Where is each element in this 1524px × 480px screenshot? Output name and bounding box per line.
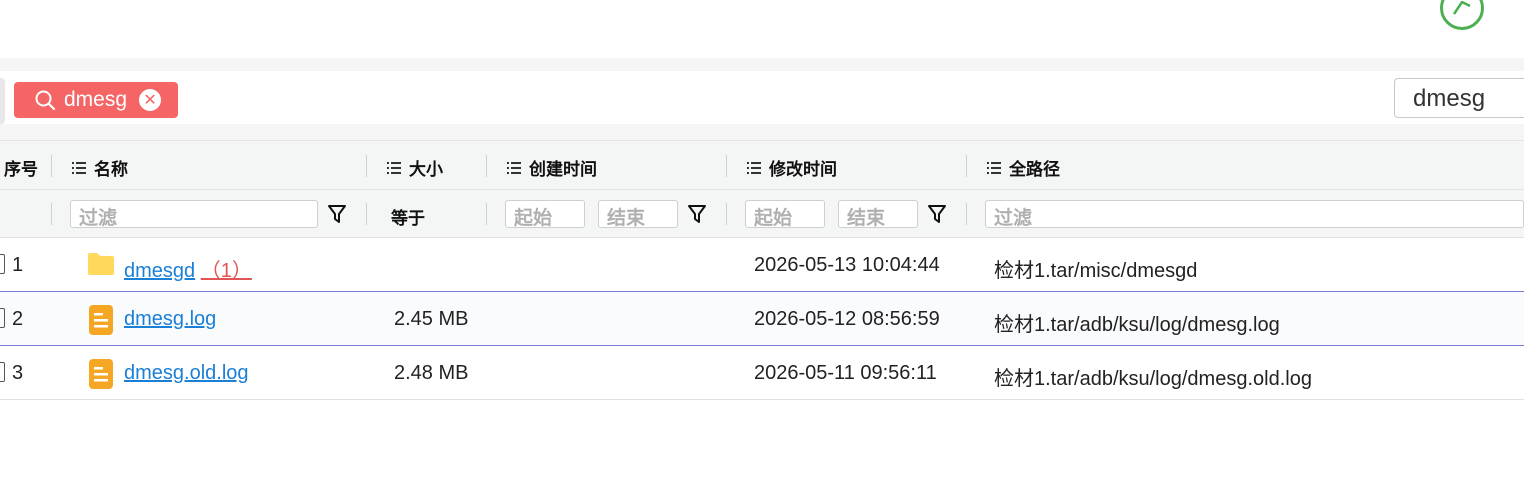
top-bar <box>0 0 1524 58</box>
column-size[interactable]: 大小 <box>387 155 443 180</box>
modified-start-input[interactable]: 起始 <box>745 200 825 229</box>
close-icon[interactable]: ✕ <box>139 89 162 111</box>
created-start-input[interactable]: 起始 <box>505 200 585 229</box>
collapse-handle[interactable] <box>0 78 5 124</box>
column-modified[interactable]: 修改时间 <box>747 155 837 180</box>
column-separator <box>51 203 52 225</box>
column-separator[interactable] <box>51 155 52 177</box>
divider <box>0 124 1524 140</box>
file-name-link[interactable]: dmesgd <box>124 260 195 282</box>
divider <box>0 58 1524 71</box>
modified-end-input[interactable]: 结束 <box>838 200 918 229</box>
list-icon <box>747 161 761 174</box>
search-icon <box>35 90 56 111</box>
table-row[interactable]: 3 dmesg.old.log 2.48 MB 2026-05-11 09:56… <box>0 346 1524 400</box>
column-separator[interactable] <box>366 155 367 177</box>
table-header: 序号 名称 大小 创建时间 修改时间 全路径 <box>0 140 1524 190</box>
search-tag-label: dmesg <box>64 88 128 111</box>
item-count[interactable]: （1） <box>201 260 252 282</box>
column-separator <box>726 203 727 225</box>
column-index[interactable]: 序号 <box>4 155 38 180</box>
column-separator[interactable] <box>726 155 727 177</box>
name-filter-input[interactable]: 过滤 <box>70 200 318 229</box>
row-index: 2 <box>12 308 24 330</box>
row-index: 1 <box>12 254 24 276</box>
list-icon <box>987 161 1001 174</box>
row-checkbox[interactable] <box>0 254 5 274</box>
column-path[interactable]: 全路径 <box>987 155 1060 180</box>
filter-icon[interactable] <box>687 204 707 224</box>
table-row[interactable]: 2 dmesg.log 2.45 MB 2026-05-12 08:56:59 … <box>0 292 1524 346</box>
list-icon <box>387 161 401 174</box>
created-end-input[interactable]: 结束 <box>598 200 678 229</box>
modified-time: 2026-05-11 09:56:11 <box>754 362 937 384</box>
file-size: 2.45 MB <box>394 308 469 330</box>
file-size: 2.48 MB <box>394 362 469 384</box>
file-name-link[interactable]: dmesg.log <box>124 308 216 330</box>
full-path: 检材1.tar/misc/dmesgd <box>994 260 1198 282</box>
column-separator <box>366 203 367 225</box>
filter-icon[interactable] <box>927 204 947 224</box>
filter-icon[interactable] <box>327 204 347 224</box>
search-tag-bar <box>0 71 1524 124</box>
row-checkbox[interactable] <box>0 362 5 382</box>
search-input[interactable]: dmesg <box>1394 78 1524 118</box>
size-operator-select[interactable]: 等于 <box>391 204 425 229</box>
file-icon <box>89 305 113 335</box>
column-separator[interactable] <box>966 155 967 177</box>
file-name-link[interactable]: dmesg.old.log <box>124 362 249 384</box>
table-row[interactable]: 1 dmesgd （1） 2026-05-13 10:04:44 检材1.tar… <box>0 238 1524 292</box>
column-separator[interactable] <box>486 155 487 177</box>
path-filter-input[interactable]: 过滤 <box>985 200 1524 229</box>
column-created[interactable]: 创建时间 <box>507 155 597 180</box>
filter-row: 过滤 等于 起始 结束 起始 结束 过滤 <box>0 190 1524 238</box>
column-name[interactable]: 名称 <box>72 155 128 180</box>
row-index: 3 <box>12 362 24 384</box>
column-separator <box>966 203 967 225</box>
modified-time: 2026-05-12 08:56:59 <box>754 308 940 330</box>
modified-time: 2026-05-13 10:04:44 <box>754 254 940 276</box>
column-separator <box>486 203 487 225</box>
file-icon <box>89 359 113 389</box>
list-icon <box>72 161 86 174</box>
full-path: 检材1.tar/adb/ksu/log/dmesg.old.log <box>994 368 1312 390</box>
folder-icon <box>88 253 114 275</box>
row-checkbox[interactable] <box>0 308 5 328</box>
list-icon <box>507 161 521 174</box>
full-path: 检材1.tar/adb/ksu/log/dmesg.log <box>994 314 1280 336</box>
search-tag[interactable]: dmesg ✕ <box>14 82 178 118</box>
